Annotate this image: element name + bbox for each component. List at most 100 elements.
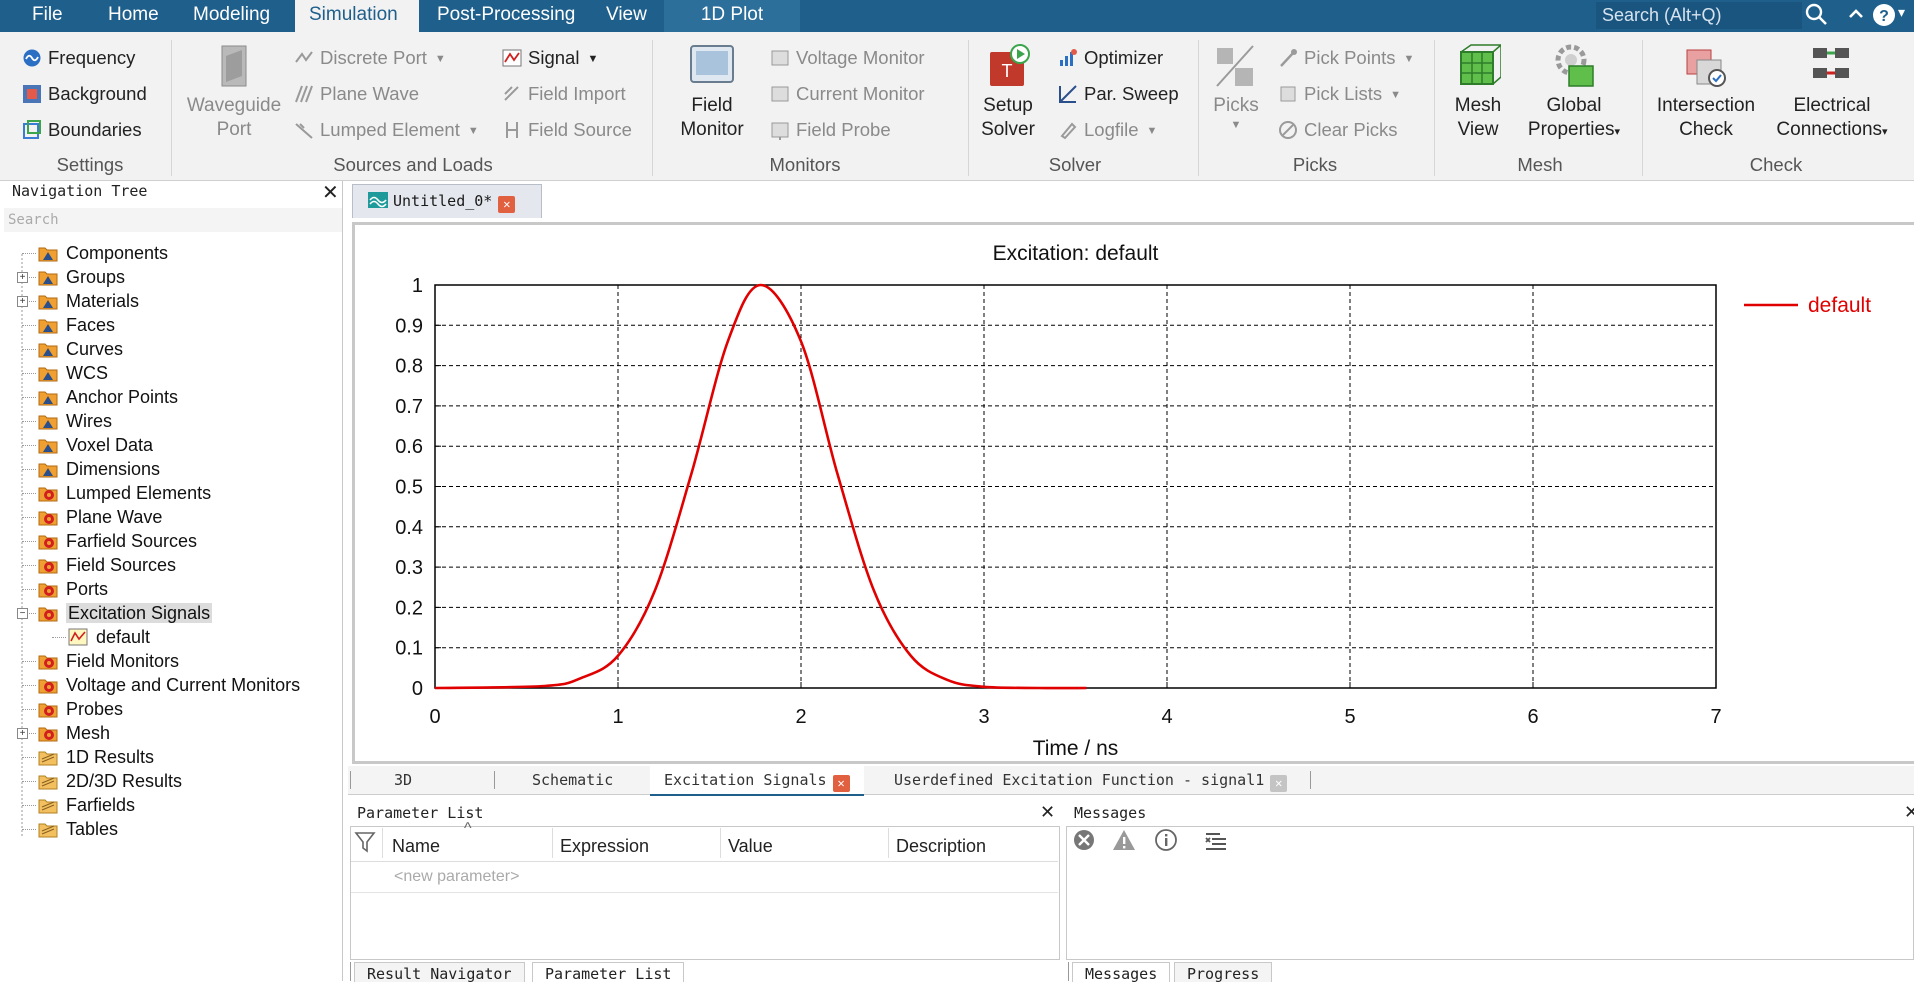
tree-item-default[interactable]: default	[68, 626, 150, 648]
tree-item-farfield-sources[interactable]: Farfield Sources	[38, 530, 197, 552]
tab-schematic[interactable]: Schematic	[532, 766, 613, 794]
field-monitor-button[interactable]: Field Monitor	[670, 42, 754, 142]
tree-item-curves[interactable]: Curves	[38, 338, 123, 360]
close-tab-icon[interactable]: ✕	[498, 196, 516, 213]
collapse-ribbon-icon[interactable]	[1846, 0, 1866, 34]
optimizer-button[interactable]: Optimizer	[1058, 47, 1163, 71]
tree-item-farfields[interactable]: Farfields	[38, 794, 135, 816]
current-monitor-button[interactable]: Current Monitor	[770, 83, 925, 107]
expand-icon[interactable]: +	[17, 296, 28, 307]
tree-item-wires[interactable]: Wires	[38, 410, 112, 432]
navigation-tree-title: Navigation Tree	[12, 182, 148, 200]
nav-search-input[interactable]: Search	[4, 208, 342, 232]
expand-icon[interactable]: +	[17, 272, 28, 283]
discrete-port-button[interactable]: Discrete Port ▼	[294, 47, 446, 71]
tree-item-excitation-signals[interactable]: Excitation Signals	[38, 602, 213, 624]
clear-picks-button[interactable]: Clear Picks	[1278, 119, 1398, 143]
tab-parameter-list[interactable]: Parameter List	[532, 962, 685, 983]
folder-icon	[38, 244, 58, 262]
menu-view[interactable]: View	[592, 0, 661, 32]
menu-home[interactable]: Home	[94, 0, 173, 32]
boundaries-button[interactable]: Boundaries	[22, 119, 142, 143]
tab-userdefined-excitation[interactable]: Userdefined Excitation Function - signal…	[894, 766, 1288, 794]
setup-solver-button[interactable]: T Setup Solver	[974, 42, 1042, 142]
picks-button[interactable]: Picks ▼	[1204, 42, 1268, 132]
global-properties-button[interactable]: Global Properties▾	[1520, 42, 1628, 144]
field-import-button[interactable]: Field Import	[502, 83, 626, 107]
tree-item-voxel-data[interactable]: Voxel Data	[38, 434, 153, 456]
tree-connector	[22, 661, 36, 662]
tree-item-plane-wave[interactable]: Plane Wave	[38, 506, 162, 528]
tree-item-tables[interactable]: Tables	[38, 818, 118, 840]
tab-progress[interactable]: Progress	[1174, 962, 1273, 983]
tree-item-wcs[interactable]: WCS	[38, 362, 108, 384]
intersection-check-button[interactable]: Intersection Check	[1648, 42, 1764, 142]
tree-item-dimensions[interactable]: Dimensions	[38, 458, 160, 480]
menu-modeling[interactable]: Modeling	[179, 0, 284, 32]
tree-item-lumped-elements[interactable]: Lumped Elements	[38, 482, 211, 504]
tree-item-faces[interactable]: Faces	[38, 314, 115, 336]
logfile-button[interactable]: Logfile ▼	[1058, 119, 1157, 143]
tab-3d[interactable]: 3D	[394, 766, 412, 794]
error-filter-icon[interactable]	[1072, 828, 1096, 857]
tree-item-2d-3d-results[interactable]: 2D/3D Results	[38, 770, 182, 792]
mesh-view-button[interactable]: Mesh View	[1440, 42, 1516, 142]
tree-item-probes[interactable]: Probes	[38, 698, 123, 720]
warning-filter-icon[interactable]	[1112, 828, 1136, 857]
tree-item-ports[interactable]: Ports	[38, 578, 108, 600]
background-button[interactable]: Background	[22, 83, 147, 107]
pick-lists-button[interactable]: Pick Lists ▼	[1278, 83, 1401, 107]
column-header-expression[interactable]: Expression	[560, 836, 649, 857]
tree-item-components[interactable]: Components	[38, 242, 168, 264]
menu-post-processing[interactable]: Post-Processing	[423, 0, 589, 32]
collapse-icon[interactable]: −	[17, 608, 28, 619]
close-tab-icon[interactable]: ✕	[1270, 775, 1288, 792]
column-header-value[interactable]: Value	[728, 836, 773, 857]
field-source-button[interactable]: Field Source	[502, 119, 632, 143]
tree-item-voltage-and-current-monitors[interactable]: Voltage and Current Monitors	[38, 674, 300, 696]
close-icon[interactable]: ✕	[1904, 802, 1914, 823]
close-icon[interactable]: ✕	[1040, 802, 1055, 823]
search-icon[interactable]	[1804, 2, 1828, 32]
tree-item-materials[interactable]: Materials	[38, 290, 139, 312]
par-sweep-button[interactable]: Par. Sweep	[1058, 83, 1179, 107]
plane-wave-button[interactable]: Plane Wave	[294, 83, 419, 107]
document-tab[interactable]: Untitled_0* ✕	[352, 184, 542, 218]
column-header-description[interactable]: Description	[896, 836, 986, 857]
tree-connector	[22, 421, 36, 422]
tab-messages[interactable]: Messages	[1072, 962, 1171, 983]
tab-excitation-signals[interactable]: Excitation Signals ✕	[650, 766, 864, 796]
voltage-monitor-button[interactable]: Voltage Monitor	[770, 47, 925, 71]
tree-item-field-monitors[interactable]: Field Monitors	[38, 650, 179, 672]
field-probe-button[interactable]: Field Probe	[770, 119, 891, 143]
menu-file[interactable]: File	[18, 0, 77, 32]
menu-1d-plot[interactable]: 1D Plot	[664, 0, 800, 32]
results-folder-icon	[38, 820, 58, 838]
tree-item-1d-results[interactable]: 1D Results	[38, 746, 154, 768]
tree-item-field-sources[interactable]: Field Sources	[38, 554, 176, 576]
folder-icon	[38, 388, 58, 406]
tree-item-groups[interactable]: Groups	[38, 266, 125, 288]
pick-points-button[interactable]: Pick Points ▼	[1278, 47, 1414, 71]
frequency-button[interactable]: Frequency	[22, 47, 135, 71]
help-icon[interactable]: ?	[1872, 3, 1898, 35]
close-icon[interactable]: ✕	[322, 180, 339, 205]
tab-result-navigator[interactable]: Result Navigator	[354, 962, 525, 983]
new-parameter-row[interactable]: <new parameter>	[394, 868, 519, 886]
lumped-element-button[interactable]: Lumped Element ▼	[294, 119, 479, 143]
help-dropdown-icon[interactable]: ▾	[1898, 4, 1905, 21]
filter-icon[interactable]	[354, 830, 376, 859]
electrical-connections-button[interactable]: Electrical Connections▾	[1768, 42, 1896, 144]
waveguide-port-button[interactable]: Waveguide Port	[180, 42, 288, 142]
info-filter-icon[interactable]	[1154, 828, 1178, 857]
signal-button[interactable]: Signal ▼	[502, 47, 598, 71]
expand-icon[interactable]: +	[17, 728, 28, 739]
tree-item-mesh[interactable]: Mesh	[38, 722, 110, 744]
menu-simulation[interactable]: Simulation	[295, 0, 419, 32]
column-header-name[interactable]: Name	[392, 836, 440, 857]
tree-item-anchor-points[interactable]: Anchor Points	[38, 386, 178, 408]
close-tab-icon[interactable]: ✕	[832, 775, 850, 792]
clear-messages-icon[interactable]	[1204, 828, 1228, 857]
search-input[interactable]: Search (Alt+Q)	[1596, 2, 1802, 29]
folder-icon	[38, 292, 58, 310]
